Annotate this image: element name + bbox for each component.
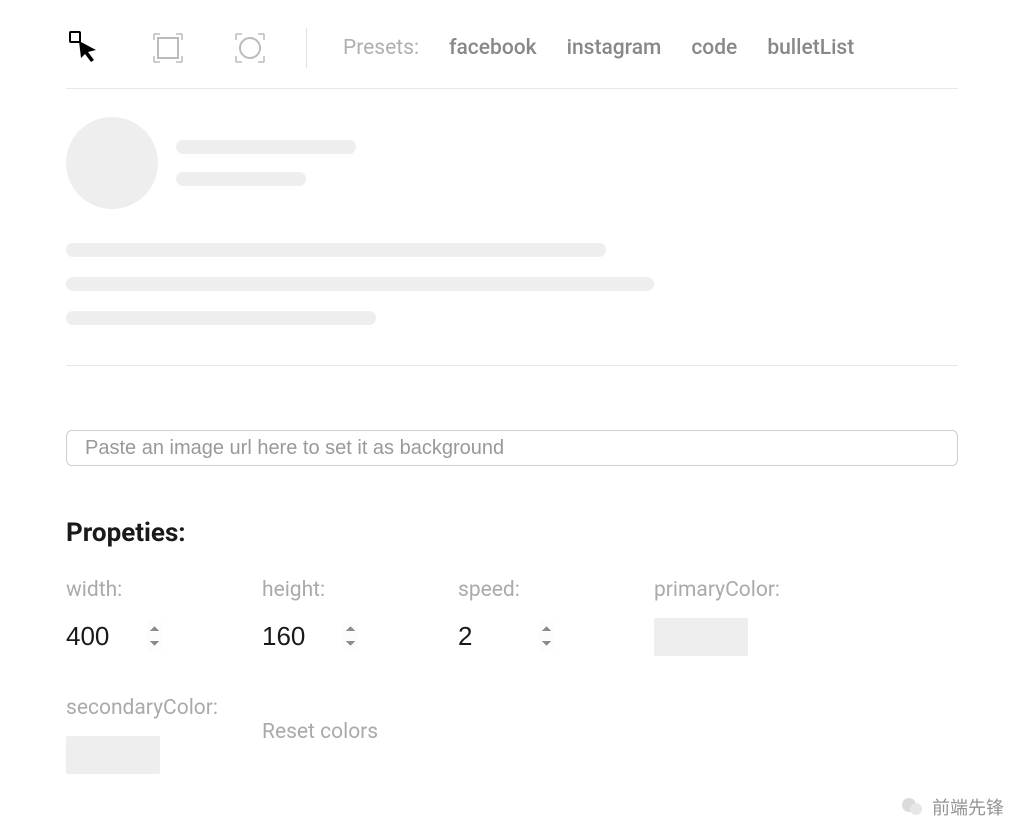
speed-field: speed: — [458, 578, 654, 656]
background-url-input[interactable] — [66, 430, 958, 466]
reset-colors-button[interactable]: Reset colors — [262, 720, 378, 744]
preset-bulletlist[interactable]: bulletList — [767, 36, 854, 60]
preset-instagram[interactable]: instagram — [567, 36, 662, 60]
cursor-tool[interactable] — [66, 28, 106, 68]
rectangle-icon — [148, 28, 188, 68]
width-field: width: — [66, 578, 262, 656]
secondary-color-field: secondaryColor: — [66, 696, 262, 774]
preset-code[interactable]: code — [691, 36, 737, 60]
primary-color-label: primaryColor: — [654, 578, 854, 602]
skeleton-preview[interactable] — [66, 89, 958, 366]
primary-color-swatch[interactable] — [654, 618, 748, 656]
watermark: 前端先锋 — [900, 794, 1004, 820]
preset-facebook[interactable]: facebook — [449, 36, 537, 60]
primary-color-field: primaryColor: — [654, 578, 854, 656]
url-input-wrap — [66, 366, 958, 466]
toolbar-divider — [306, 28, 307, 68]
skeleton-avatar — [66, 117, 158, 209]
properties-row-1: width: height: speed: primaryColor: — [66, 578, 958, 656]
skeleton-header — [66, 117, 958, 209]
cursor-icon — [66, 28, 106, 68]
presets-label: Presets: — [343, 36, 419, 60]
toolbar: Presets: facebook instagram code bulletL… — [66, 0, 958, 89]
properties-title: Propeties: — [66, 518, 958, 548]
watermark-text: 前端先锋 — [932, 794, 1004, 820]
circle-icon — [230, 28, 270, 68]
rectangle-tool[interactable] — [148, 28, 188, 68]
speed-input[interactable] — [458, 618, 554, 654]
skeleton-line — [66, 243, 606, 257]
shape-tools — [66, 28, 270, 68]
skeleton-body — [66, 243, 958, 325]
skeleton-line — [66, 311, 376, 325]
secondary-color-label: secondaryColor: — [66, 696, 262, 720]
properties-row-2: secondaryColor: Reset colors — [66, 696, 958, 774]
skeleton-line — [66, 277, 654, 291]
height-field: height: — [262, 578, 458, 656]
width-input[interactable] — [66, 618, 162, 654]
wechat-icon — [900, 795, 924, 819]
presets: Presets: facebook instagram code bulletL… — [343, 36, 854, 60]
width-label: width: — [66, 578, 262, 602]
circle-tool[interactable] — [230, 28, 270, 68]
height-input[interactable] — [262, 618, 358, 654]
skeleton-title-lines — [176, 140, 356, 186]
skeleton-line — [176, 140, 356, 154]
height-label: height: — [262, 578, 458, 602]
speed-label: speed: — [458, 578, 654, 602]
properties-panel: Propeties: width: height: speed: primary… — [66, 466, 958, 774]
secondary-color-swatch[interactable] — [66, 736, 160, 774]
skeleton-line — [176, 172, 306, 186]
